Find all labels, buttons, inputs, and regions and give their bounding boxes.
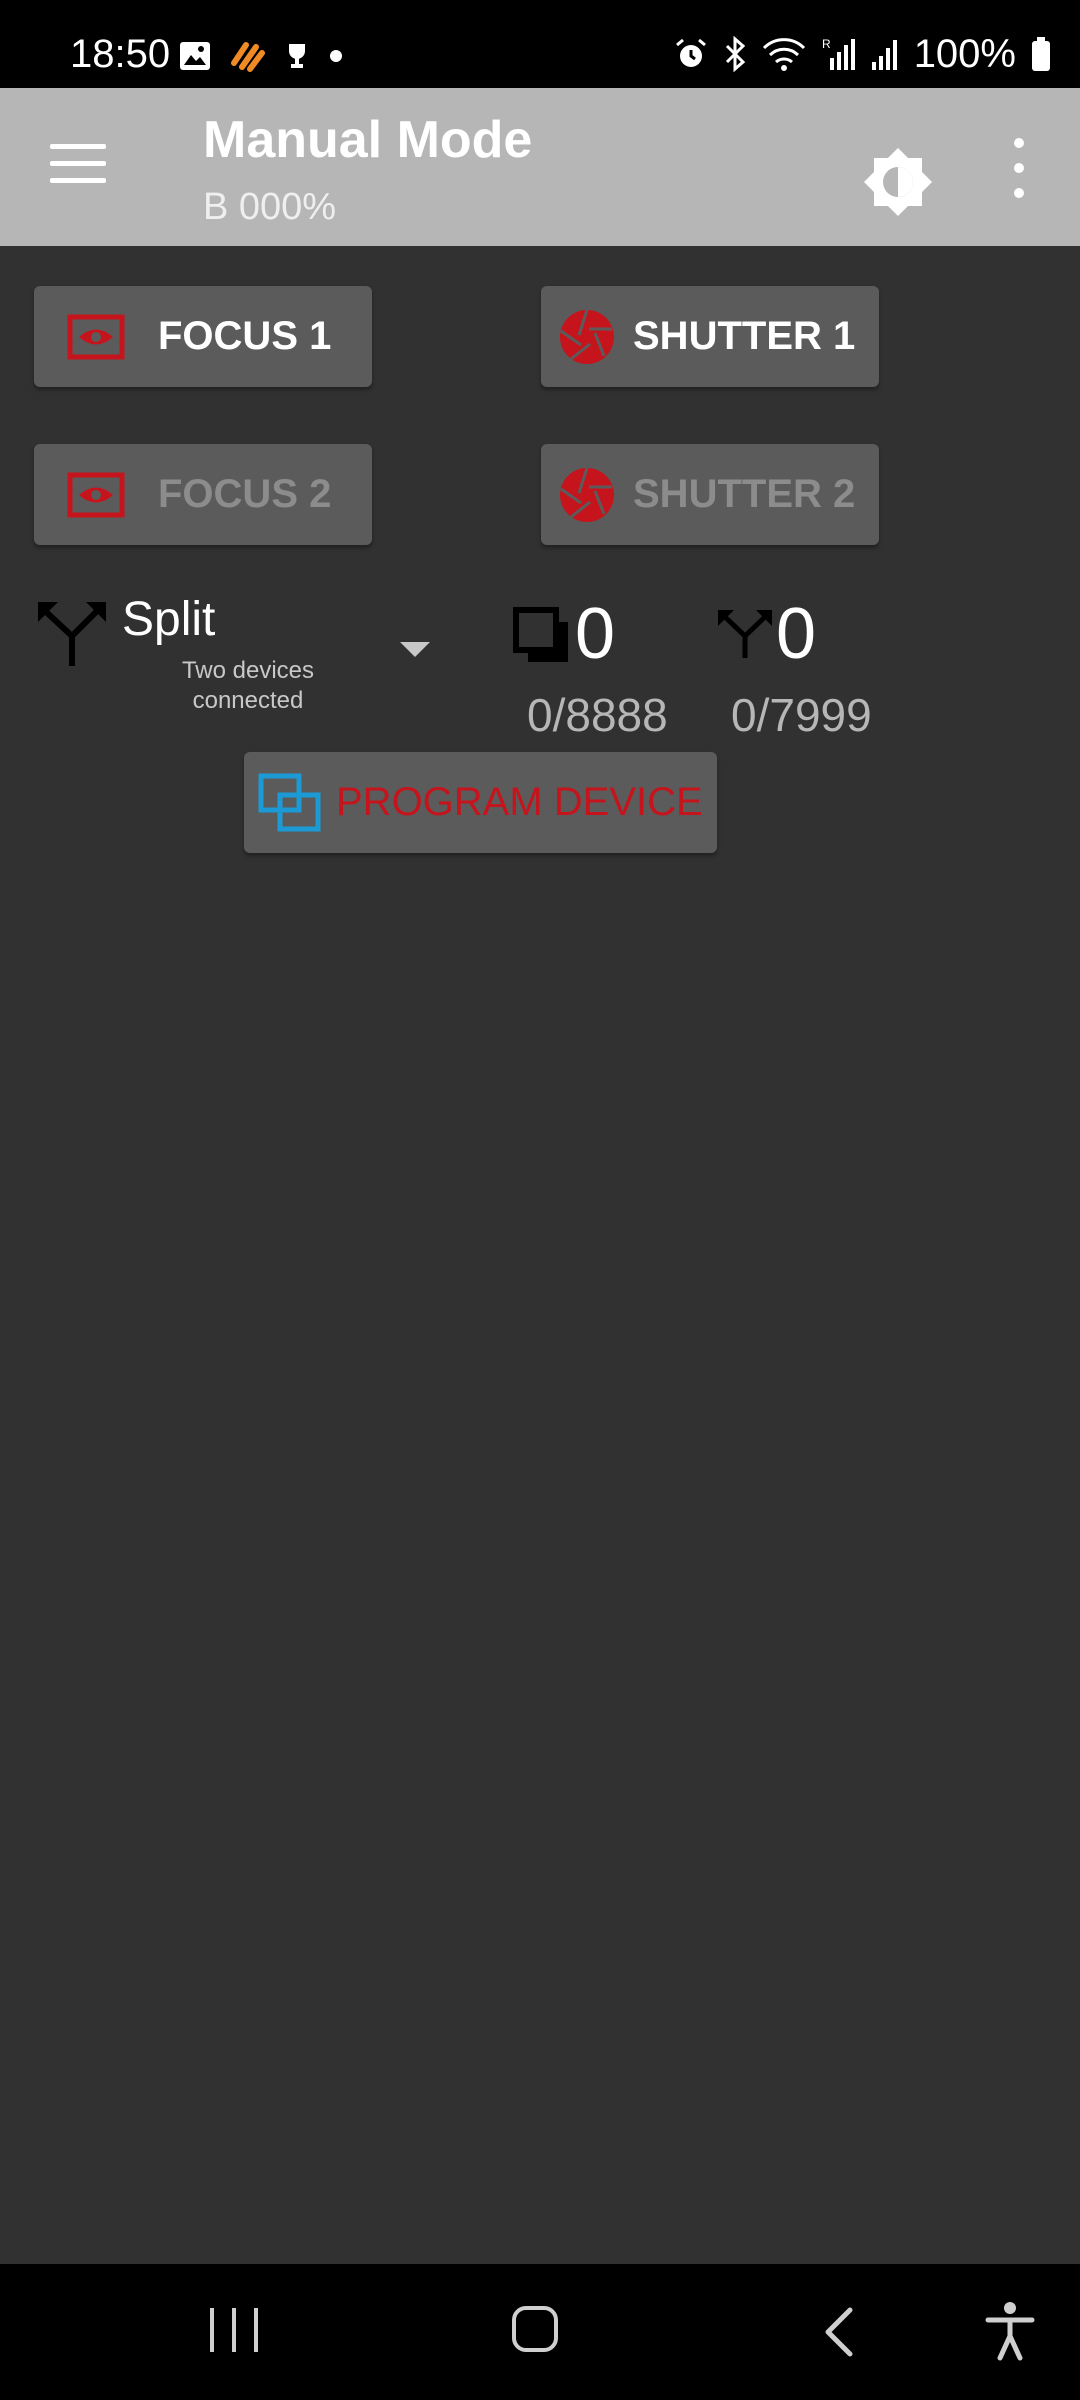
- focus-2-button[interactable]: FOCUS 2: [34, 444, 372, 545]
- shutter-2-label: SHUTTER 2: [633, 472, 856, 516]
- frames-total: 0/8888: [527, 692, 668, 732]
- svg-text:R: R: [822, 37, 831, 51]
- status-left-icons: [178, 36, 344, 76]
- focus-icon: [34, 472, 158, 518]
- shutter-2-button[interactable]: SHUTTER 2: [541, 444, 879, 545]
- recents-icon[interactable]: [210, 2308, 258, 2352]
- back-icon[interactable]: [818, 2306, 862, 2358]
- shutter-icon: [541, 467, 633, 523]
- focus-icon: [34, 314, 158, 360]
- split-icon: [38, 602, 106, 666]
- program-device-button[interactable]: PROGRAM DEVICE: [244, 752, 717, 853]
- program-device-icon: [244, 773, 336, 833]
- app-bar: Manual Mode B 000%: [0, 88, 1080, 246]
- bluetooth-icon: [725, 36, 745, 72]
- shutter-1-button[interactable]: SHUTTER 1: [541, 286, 879, 387]
- trophy-icon: [289, 44, 305, 68]
- split-count: 0: [776, 594, 817, 674]
- frames-icon: [513, 607, 568, 662]
- more-vert-icon[interactable]: [1004, 138, 1034, 198]
- frames-count: 0: [575, 594, 616, 674]
- signal-icon: [871, 40, 897, 70]
- split-total: 0/7999: [731, 692, 872, 732]
- focus-1-label: FOCUS 1: [158, 314, 332, 358]
- chevron-down-icon[interactable]: [400, 642, 430, 657]
- battery-percent: 100%: [913, 32, 1016, 76]
- split-mode-sublabel: Two devices connected: [181, 657, 315, 714]
- wifi-icon: [762, 38, 805, 71]
- split-mode-label[interactable]: Split: [122, 592, 215, 647]
- dot-icon: [330, 50, 342, 62]
- program-device-label: PROGRAM DEVICE: [336, 780, 703, 824]
- split-count-icon: [718, 610, 772, 658]
- focus-1-button[interactable]: FOCUS 1: [34, 286, 372, 387]
- page-title: Manual Mode: [203, 111, 533, 169]
- shutter-icon: [541, 309, 633, 365]
- status-right-icons: R 100%: [674, 34, 1052, 74]
- page-subtitle: B 000%: [203, 186, 337, 228]
- status-time: 18:50: [70, 32, 171, 76]
- home-icon[interactable]: [512, 2306, 558, 2352]
- app-notification-icon: [231, 42, 265, 72]
- brightness-icon[interactable]: [862, 146, 934, 218]
- shutter-1-label: SHUTTER 1: [633, 314, 856, 358]
- menu-icon[interactable]: [50, 144, 106, 188]
- system-nav-bar: [0, 2264, 1080, 2400]
- focus-2-label: FOCUS 2: [158, 472, 332, 516]
- status-bar: 18:50 R 100%: [0, 0, 1080, 88]
- accessibility-icon[interactable]: [984, 2300, 1036, 2362]
- gallery-icon: [180, 42, 210, 70]
- battery-icon: [1032, 37, 1050, 71]
- signal-r-icon: R: [822, 37, 855, 70]
- alarm-icon: [675, 38, 706, 67]
